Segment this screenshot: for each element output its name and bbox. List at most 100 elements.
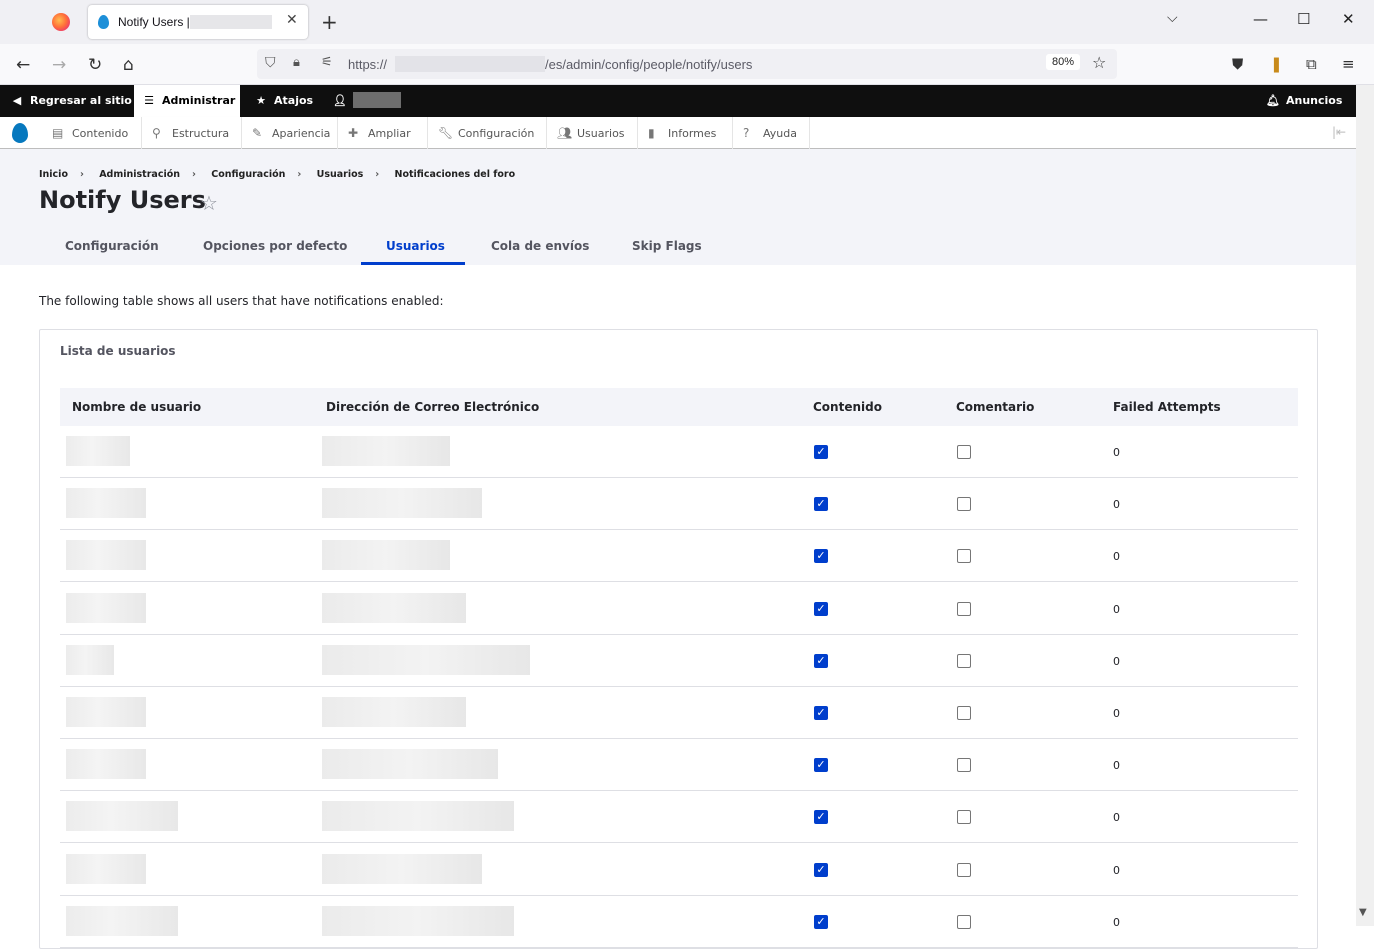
- comment-checkbox[interactable]: [957, 445, 971, 459]
- announcements-toggle[interactable]: 🔔︎ Anuncios: [1266, 85, 1342, 117]
- url-bar[interactable]: ⛉ 🔒︎ ⚟ https:// /es/admin/config/people/…: [257, 49, 1117, 79]
- tab-cola-de-envios[interactable]: Cola de envíos: [491, 239, 589, 253]
- comment-checkbox[interactable]: [957, 810, 971, 825]
- forward-arrow-icon[interactable]: →: [52, 55, 66, 75]
- tray-item-informes[interactable]: ▮ Informes: [638, 117, 733, 149]
- users-panel: Lista de usuarios Nombre de usuario Dire…: [39, 329, 1318, 949]
- panel-title: Lista de usuarios: [60, 344, 176, 358]
- email-redacted: [322, 592, 466, 623]
- comment-checkbox[interactable]: [957, 497, 971, 512]
- close-tab-icon[interactable]: ✕: [286, 12, 298, 28]
- content-checkbox[interactable]: ✓: [814, 601, 828, 616]
- collapse-tray-icon[interactable]: |⇤: [1332, 125, 1346, 139]
- minimize-window-icon[interactable]: —: [1253, 10, 1268, 28]
- scroll-down-arrow-icon[interactable]: ▼: [1359, 907, 1367, 918]
- add-shortcut-star-icon[interactable]: ☆: [200, 191, 218, 215]
- close-window-icon[interactable]: ✕: [1342, 10, 1355, 28]
- username-redacted: [66, 436, 130, 466]
- tab-title: Notify Users |: [118, 15, 190, 29]
- table-header: Nombre de usuario Dirección de Correo El…: [60, 388, 1298, 426]
- username-redacted: [66, 644, 114, 675]
- shield-icon[interactable]: ⛉: [265, 55, 276, 71]
- comment-checkbox[interactable]: [957, 653, 971, 668]
- lock-icon[interactable]: 🔒︎: [293, 55, 300, 70]
- page-scrollbar[interactable]: [1356, 85, 1374, 926]
- home-icon[interactable]: ⌂: [123, 55, 134, 75]
- active-tab-indicator: [361, 262, 465, 265]
- content-checkbox[interactable]: ✓: [814, 914, 828, 929]
- breadcrumb-administracion[interactable]: Administración: [99, 169, 180, 180]
- comment-checkbox[interactable]: [957, 549, 971, 564]
- tray-item-ayuda[interactable]: ? Ayuda: [733, 117, 810, 149]
- breadcrumb-configuracion[interactable]: Configuración: [211, 169, 285, 180]
- wrench-icon: 🔧︎: [438, 126, 454, 140]
- zoom-level[interactable]: 80%: [1046, 54, 1081, 70]
- back-arrow-icon[interactable]: ←: [16, 55, 30, 75]
- tray-item-estructura[interactable]: ⚲ Estructura: [142, 117, 242, 149]
- structure-icon: ⚲: [152, 126, 161, 140]
- username-redacted: [66, 801, 178, 832]
- drupal-logo-icon[interactable]: [12, 123, 28, 143]
- maximize-window-icon[interactable]: ☐: [1297, 10, 1310, 28]
- browser-tab-active[interactable]: Notify Users | ✕: [88, 5, 308, 39]
- content-checkbox[interactable]: ✓: [814, 862, 828, 877]
- content-checkbox[interactable]: ✓: [814, 445, 828, 459]
- tab-configuracion[interactable]: Configuración: [65, 239, 159, 253]
- tray-item-contenido[interactable]: ▤ Contenido: [42, 117, 142, 149]
- extensions-puzzle-icon[interactable]: ⧉: [1306, 55, 1317, 73]
- content-checkbox[interactable]: ✓: [814, 549, 828, 564]
- username-redacted: [66, 749, 146, 780]
- extension-icon[interactable]: ❚: [1270, 55, 1283, 73]
- user-toggle[interactable]: 👤︎: [333, 85, 353, 117]
- admin-toolbar: ◀ Regresar al sitio ☰ Administrar ★ Atajos …: [0, 85, 1356, 117]
- manage-toggle[interactable]: ☰ Administrar: [134, 85, 240, 117]
- tray-item-configuracion[interactable]: 🔧︎ Configuración: [428, 117, 547, 149]
- breadcrumb-inicio[interactable]: Inicio: [39, 169, 68, 180]
- content-checkbox[interactable]: ✓: [814, 810, 828, 825]
- reload-icon[interactable]: ↻: [88, 55, 102, 75]
- table-row: ✓ 0: [60, 478, 1298, 531]
- tab-usuarios[interactable]: Usuarios: [386, 239, 445, 253]
- content-checkbox[interactable]: ✓: [814, 706, 828, 720]
- comment-checkbox[interactable]: [957, 914, 971, 929]
- tab-opciones-por-defecto[interactable]: Opciones por defecto: [203, 239, 347, 253]
- email-redacted: [322, 905, 514, 936]
- email-redacted: [322, 853, 482, 884]
- content-checkbox[interactable]: ✓: [814, 497, 828, 512]
- header-failed-attempts[interactable]: Failed Attempts: [1113, 400, 1221, 414]
- comment-checkbox[interactable]: [957, 758, 971, 773]
- comment-checkbox[interactable]: [957, 862, 971, 877]
- permissions-icon[interactable]: ⚟: [321, 55, 333, 70]
- tray-item-apariencia[interactable]: ✎ Apariencia: [242, 117, 338, 149]
- pocket-icon[interactable]: ⛊: [1232, 55, 1243, 73]
- username-redacted: [66, 488, 146, 519]
- email-redacted: [322, 436, 450, 466]
- header-username[interactable]: Nombre de usuario: [72, 400, 201, 414]
- table-row: ✓ 0: [60, 844, 1298, 896]
- content-checkbox[interactable]: ✓: [814, 758, 828, 773]
- breadcrumb-separator: ›: [79, 169, 84, 180]
- hamburger-icon: ☰: [144, 94, 154, 107]
- failed-attempts-value: 0: [1113, 811, 1120, 825]
- header-comment[interactable]: Comentario: [956, 400, 1034, 414]
- header-content[interactable]: Contenido: [813, 400, 882, 414]
- tab-skip-flags[interactable]: Skip Flags: [632, 239, 702, 253]
- breadcrumb-usuarios[interactable]: Usuarios: [317, 169, 364, 180]
- bell-icon: 🔔︎: [1266, 94, 1280, 107]
- help-icon: ?: [743, 126, 750, 140]
- header-email[interactable]: Dirección de Correo Electrónico: [326, 400, 539, 414]
- content-checkbox[interactable]: ✓: [814, 653, 828, 668]
- breadcrumb-notificaciones[interactable]: Notificaciones del foro: [395, 169, 516, 180]
- menu-icon[interactable]: ≡: [1342, 55, 1355, 73]
- back-to-site-link[interactable]: ◀ Regresar al sitio: [10, 85, 132, 117]
- tab-list-chevron-icon[interactable]: ⌵: [1167, 10, 1178, 26]
- tray-item-ampliar[interactable]: ✚ Ampliar: [338, 117, 428, 149]
- firefox-icon[interactable]: [52, 13, 70, 31]
- tray-item-usuarios[interactable]: 👥︎ Usuarios: [547, 117, 638, 149]
- bookmark-star-icon[interactable]: ☆: [1092, 53, 1106, 72]
- username-redacted: [66, 592, 146, 623]
- comment-checkbox[interactable]: [957, 601, 971, 616]
- shortcuts-toggle[interactable]: ★ Atajos: [254, 85, 313, 117]
- comment-checkbox[interactable]: [957, 706, 971, 720]
- new-tab-button[interactable]: +: [321, 10, 338, 34]
